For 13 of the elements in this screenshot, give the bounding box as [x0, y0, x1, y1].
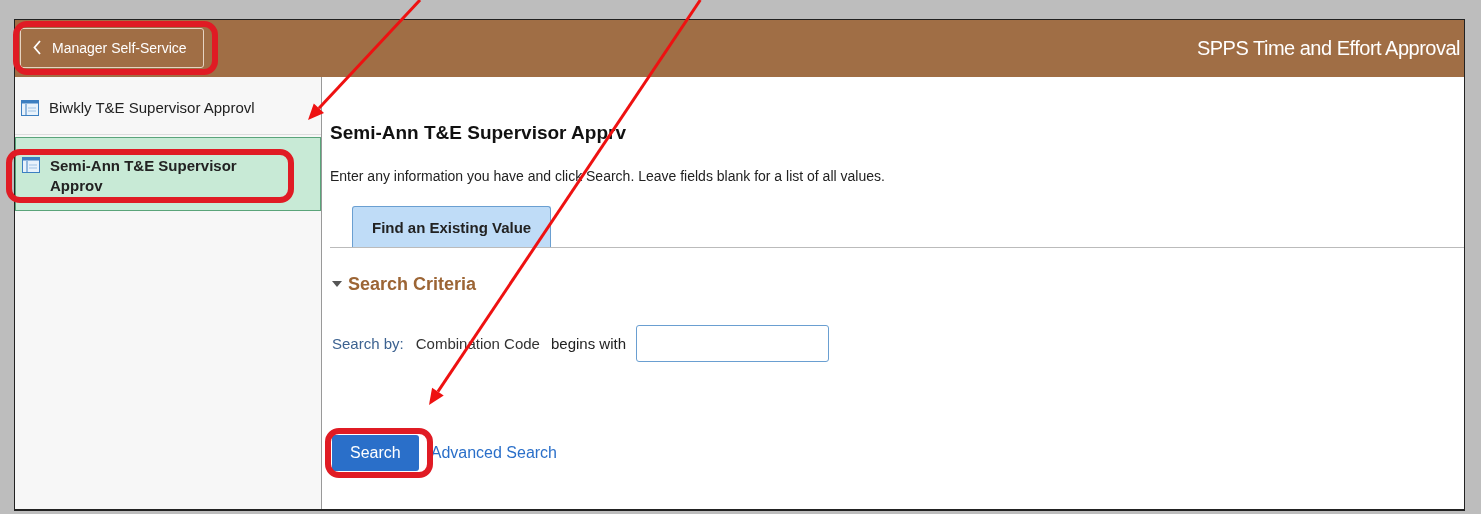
back-button[interactable]: Manager Self-Service	[20, 27, 204, 68]
chevron-left-icon	[33, 40, 42, 55]
search-button[interactable]: Search	[332, 435, 419, 471]
page-icon	[22, 157, 40, 173]
instructions-text: Enter any information you have and click Search. Leave fields blank for a list of all values.	[330, 168, 886, 184]
operator-label: begins with	[550, 335, 626, 352]
search-by-label: Search by:	[332, 335, 404, 352]
search-input[interactable]	[636, 325, 829, 362]
app-title: SPPS Time and Effort Approval	[1196, 37, 1460, 60]
advanced-search-link[interactable]: Advanced Search	[430, 444, 557, 462]
tab[interactable]: Find an Existing Value	[352, 206, 552, 247]
page-icon	[21, 100, 39, 116]
section-title: Search Criteria	[348, 274, 477, 295]
